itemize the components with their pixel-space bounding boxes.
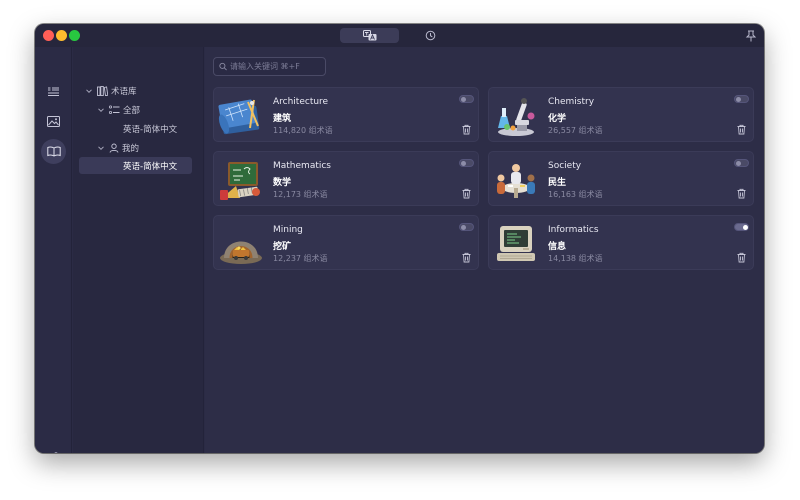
glossary-card-architecture[interactable]: Architecture 建筑 114,820 组术语 xyxy=(213,87,479,142)
chevron-down-icon xyxy=(98,107,104,112)
history-icon xyxy=(425,30,435,41)
glossary-card-chemistry[interactable]: Chemistry 化学 26,557 组术语 xyxy=(488,87,754,142)
enable-toggle[interactable] xyxy=(459,159,474,167)
card-chinese-name: 建筑 xyxy=(273,114,292,124)
card-name: Society xyxy=(548,161,582,171)
card-name: Chemistry xyxy=(548,97,595,107)
maximize-window-button[interactable] xyxy=(69,30,80,41)
card-term-count: 12,173 组术语 xyxy=(273,190,328,199)
tab-history[interactable] xyxy=(419,28,441,43)
tree-item-mine-label: 我的 xyxy=(122,143,140,154)
glossary-card-informatics[interactable]: Informatics 信息 14,138 组术语 xyxy=(488,215,754,270)
card-term-count: 26,557 组术语 xyxy=(548,126,603,135)
enable-toggle[interactable] xyxy=(459,223,474,231)
trash-icon[interactable] xyxy=(736,124,747,135)
glossary-card-mining[interactable]: Mining 挖矿 12,237 组术语 xyxy=(213,215,479,270)
card-chinese-name: 数学 xyxy=(273,178,292,188)
tree-item-mine[interactable]: 我的 xyxy=(97,139,139,156)
image-icon xyxy=(47,116,60,127)
card-term-count: 12,237 组术语 xyxy=(273,254,328,263)
icon-rail xyxy=(35,47,72,453)
card-name: Architecture xyxy=(273,97,329,107)
minimize-window-button[interactable] xyxy=(56,30,67,41)
trash-icon[interactable] xyxy=(461,124,472,135)
glossary-tree: 术语库 全部 英语-简体中文 我的 英语-简体中文 xyxy=(73,47,204,453)
glossary-content: Architecture 建筑 114,820 组术语 Chem xyxy=(205,47,764,453)
translate-icon xyxy=(362,30,376,41)
card-term-count: 16,163 组术语 xyxy=(548,190,603,199)
card-name: Mathematics xyxy=(273,161,331,171)
chevron-down-icon xyxy=(86,88,92,93)
title-bar xyxy=(35,24,764,47)
text-lines-icon xyxy=(48,87,59,96)
rail-text-translate-button[interactable] xyxy=(41,79,66,104)
search-box[interactable] xyxy=(213,57,326,76)
card-name: Informatics xyxy=(548,225,599,235)
tree-item-mine-en-zh-label: 英语-简体中文 xyxy=(123,161,178,172)
glossary-card-mathematics[interactable]: Mathematics 数学 12,173 组术语 xyxy=(213,151,479,206)
search-icon xyxy=(219,62,227,71)
rail-image-translate-button[interactable] xyxy=(41,109,66,134)
blueprint-icon xyxy=(218,99,260,135)
rail-glossary-button[interactable] xyxy=(41,139,66,164)
microscope-icon xyxy=(498,98,535,136)
app-window: 术语库 全部 英语-简体中文 我的 英语-简体中文 请输入关键词 ⌘+F Arc… xyxy=(35,24,764,453)
tree-item-library-label: 术语库 xyxy=(111,86,137,97)
card-name: Mining xyxy=(273,225,303,235)
card-term-count: 114,820 组术语 xyxy=(273,126,333,135)
search-input[interactable] xyxy=(230,62,325,71)
trash-icon[interactable] xyxy=(461,252,472,263)
glossary-card-society[interactable]: Society 民生 16,163 组术语 xyxy=(488,151,754,206)
card-chinese-name: 化学 xyxy=(548,114,567,124)
card-term-count: 14,138 组术语 xyxy=(548,254,603,263)
trash-icon[interactable] xyxy=(461,188,472,199)
rail-settings-button[interactable] xyxy=(41,444,66,453)
library-icon xyxy=(97,85,108,96)
trash-icon[interactable] xyxy=(736,188,747,199)
sliders-icon xyxy=(53,451,58,453)
close-window-button[interactable] xyxy=(43,30,54,41)
tree-item-mine-en-zh[interactable]: 英语-简体中文 xyxy=(79,157,192,174)
card-chinese-name: 民生 xyxy=(548,178,567,188)
enable-toggle[interactable] xyxy=(459,95,474,103)
chalkboard-icon xyxy=(220,162,260,200)
mine-cart-icon xyxy=(220,241,262,264)
computer-icon xyxy=(497,226,535,261)
tree-item-library[interactable]: 术语库 xyxy=(85,82,137,99)
tree-item-all[interactable]: 全部 xyxy=(97,101,140,118)
people-table-icon xyxy=(497,164,535,198)
tree-item-all-en-zh-label: 英语-简体中文 xyxy=(123,124,178,135)
book-icon xyxy=(46,146,61,157)
tree-item-all-label: 全部 xyxy=(123,105,141,116)
trash-icon[interactable] xyxy=(736,252,747,263)
chevron-down-icon xyxy=(98,145,104,150)
card-chinese-name: 挖矿 xyxy=(273,242,292,252)
enable-toggle[interactable] xyxy=(734,159,749,167)
user-icon xyxy=(109,143,119,153)
card-chinese-name: 信息 xyxy=(548,242,567,252)
list-icon xyxy=(109,105,120,114)
tree-item-all-en-zh[interactable]: 英语-简体中文 xyxy=(123,120,177,137)
enable-toggle[interactable] xyxy=(734,223,749,231)
enable-toggle[interactable] xyxy=(734,95,749,103)
pin-icon[interactable] xyxy=(744,29,758,43)
tab-glossary[interactable] xyxy=(340,28,399,43)
